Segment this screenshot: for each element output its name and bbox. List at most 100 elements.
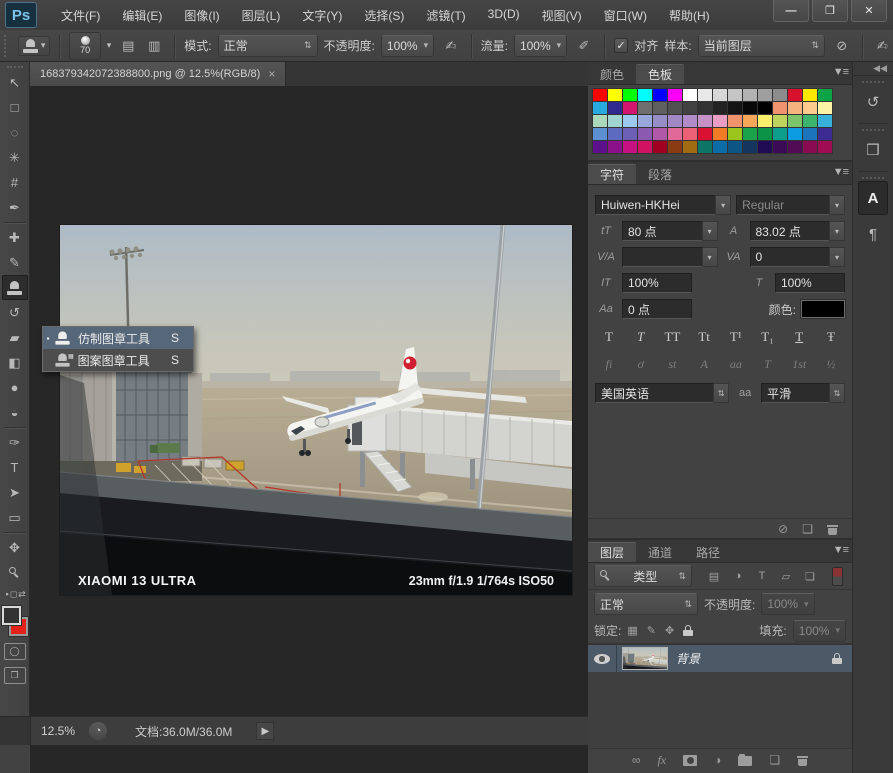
tracking-field[interactable]: 0 [749,247,829,267]
antialias-field[interactable]: 平滑 [761,383,829,403]
swatch-41[interactable] [728,115,742,127]
font-size-field[interactable]: 80 点 [622,221,702,241]
layer-opacity-dropdown[interactable]: 100% ▾ [761,593,815,615]
contextual-alternates-button[interactable]: ơ [630,355,652,373]
vertical-scale-field[interactable]: 100% [622,273,692,293]
flyout-item-clone-stamp[interactable]: ▪ 仿制图章工具 S [43,327,193,349]
language-field[interactable]: 美国英语 [595,383,714,403]
swatch-42[interactable] [743,115,757,127]
close-button[interactable]: ✕ [851,0,887,22]
new-adjustment-layer-icon[interactable]: ◑ [714,753,721,767]
swatch-38[interactable] [683,115,697,127]
zoom-tool[interactable] [2,560,28,585]
small-caps-button[interactable]: Tt [693,328,715,346]
superscript-button[interactable]: T¹ [725,328,747,346]
stylistic-alternates-button[interactable]: aa [725,355,747,373]
tab-character[interactable]: 字符 [588,164,637,184]
swatch-4[interactable] [653,89,667,101]
swatch-55[interactable] [698,128,712,140]
zoom-level-field[interactable]: 12.5% [41,724,75,738]
new-item-icon[interactable]: ❏ [802,522,813,536]
swatch-18[interactable] [623,102,637,114]
faux-italic-button[interactable]: T [630,328,652,346]
swatch-49[interactable] [608,128,622,140]
menu-3d[interactable]: 3D(D) [478,3,530,28]
swatch-31[interactable] [818,102,832,114]
all-caps-button[interactable]: TT [661,328,683,346]
swatch-60[interactable] [773,128,787,140]
filter-smart-objects-icon[interactable]: ❏ [802,570,818,583]
swatch-62[interactable] [803,128,817,140]
history-panel-icon[interactable]: ↺ [858,85,888,119]
photo-canvas[interactable]: XIAOMI 13 ULTRA 23mm f/1.9 1/764s ISO50 [59,224,573,595]
blur-tool[interactable]: ● [2,375,28,400]
swatch-28[interactable] [773,102,787,114]
pressure-size-icon[interactable]: ✍ [872,35,893,57]
magic-wand-tool[interactable]: ✳ [2,145,28,170]
swatch-65[interactable] [608,141,622,153]
pressure-opacity-icon[interactable]: ✍ [440,35,462,57]
menu-layer[interactable]: 图层(L) [232,3,291,28]
delete-layer-icon[interactable] [797,754,809,766]
swatch-59[interactable] [758,128,772,140]
underline-button[interactable]: T [788,328,810,346]
layer-style-icon[interactable]: fx [657,753,666,768]
healing-brush-tool[interactable]: ✚ [2,225,28,250]
swatch-19[interactable] [638,102,652,114]
status-flyout-arrow[interactable]: ▶ [256,722,275,740]
swatch-57[interactable] [728,128,742,140]
swatch-43[interactable] [758,115,772,127]
paint-bucket-tool[interactable]: ◧ [2,350,28,375]
dodge-tool[interactable]: ◒ [2,400,28,425]
sample-dropdown[interactable]: 当前图层 ⇅ [697,34,826,57]
layer-thumbnail[interactable] [622,644,668,674]
chevron-down-icon[interactable]: ▾ [107,40,112,51]
subscript-button[interactable]: T₁ [757,328,779,346]
swatch-29[interactable] [788,102,802,114]
mode-dropdown[interactable]: 正常 ⇅ [217,34,318,57]
swatch-16[interactable] [593,102,607,114]
swatch-68[interactable] [653,141,667,153]
panel-menu-icon[interactable]: ▼≡ [833,544,849,556]
swatch-67[interactable] [638,141,652,153]
eraser-tool[interactable]: ▰ [2,325,28,350]
swatch-15[interactable] [818,89,832,101]
swatch-47[interactable] [818,115,832,127]
swatch-0[interactable] [593,89,607,101]
flow-dropdown[interactable]: 100% ▾ [513,34,568,57]
blend-mode-dropdown[interactable]: 正常 ⇅ [594,593,698,615]
foreground-color-swatch[interactable] [1,606,21,625]
swatch-79[interactable] [818,141,832,153]
swatch-77[interactable] [788,141,802,153]
screen-mode-button[interactable]: ❐ [3,667,26,684]
eyedropper-tool[interactable]: ✒ [2,195,28,220]
tab-swatches[interactable]: 色板 [636,64,685,84]
leading-dropdown[interactable]: ▾ [829,221,845,241]
kerning-field[interactable] [622,247,702,267]
menu-edit[interactable]: 编辑(E) [112,3,172,28]
swatch-26[interactable] [743,102,757,114]
properties-panel-icon[interactable]: ❒ [858,133,888,167]
swatch-22[interactable] [683,102,697,114]
swatch-9[interactable] [728,89,742,101]
lasso-tool[interactable]: ◌ [2,120,28,145]
swatch-1[interactable] [608,89,622,101]
type-tool[interactable]: T [2,455,28,480]
swatch-14[interactable] [803,89,817,101]
menu-window[interactable]: 窗口(W) [594,3,657,28]
menu-image[interactable]: 图像(I) [174,3,229,28]
font-style-field[interactable]: Regular [736,195,829,215]
menu-type[interactable]: 文字(Y) [292,3,352,28]
leading-field[interactable]: 83.02 点 [749,221,829,241]
discretionary-ligatures-button[interactable]: st [661,355,683,373]
swatch-46[interactable] [803,115,817,127]
swatch-58[interactable] [743,128,757,140]
swatch-23[interactable] [698,102,712,114]
filter-adjustment-layers-icon[interactable]: ◑ [730,570,746,582]
swatch-66[interactable] [623,141,637,153]
swatch-61[interactable] [788,128,802,140]
swatch-76[interactable] [773,141,787,153]
swatch-8[interactable] [713,89,727,101]
swatch-20[interactable] [653,102,667,114]
layer-filter-toggle[interactable] [832,566,843,586]
